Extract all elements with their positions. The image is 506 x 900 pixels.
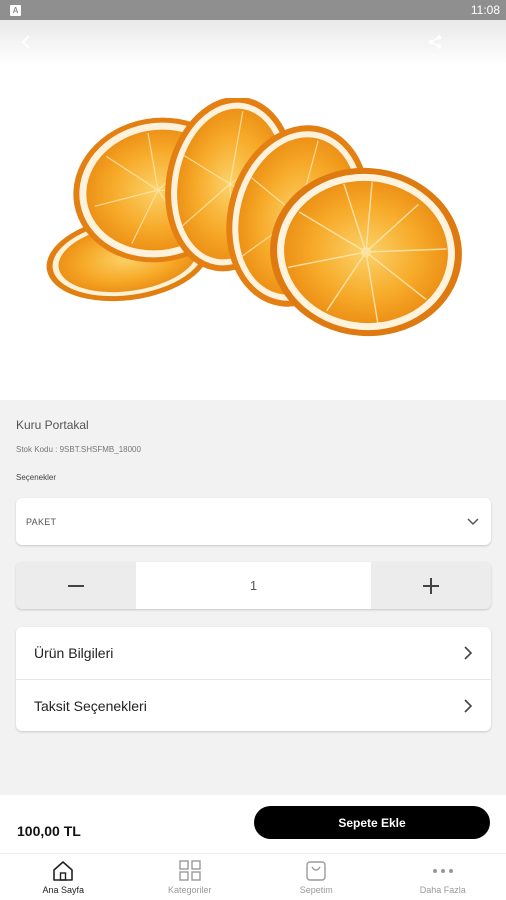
- product-info: Kuru Portakal Stok Kodu : 9SBT.SHSFMB_18…: [0, 400, 506, 795]
- installment-options-label: Taksit Seçenekleri: [34, 697, 147, 714]
- cart-icon: [306, 861, 326, 881]
- tab-categories[interactable]: Kategoriler: [127, 854, 254, 900]
- grid-icon: [179, 860, 201, 881]
- increase-quantity-button[interactable]: [371, 562, 491, 609]
- tab-home-label: Ana Sayfa: [42, 885, 85, 895]
- tab-more[interactable]: Daha Fazla: [380, 854, 506, 900]
- status-time: 11:08: [470, 3, 500, 17]
- home-icon: [53, 861, 74, 881]
- add-to-cart-button[interactable]: Sepete Ekle: [254, 806, 490, 839]
- tab-home[interactable]: Ana Sayfa: [0, 854, 127, 900]
- selected-option: PAKET: [26, 516, 57, 527]
- tab-cart-label: Sepetim: [299, 885, 333, 895]
- minus-icon: [68, 584, 84, 587]
- tab-bar: Ana Sayfa Kategoriler Sepetim Daha Fazla: [0, 853, 506, 900]
- product-details-row[interactable]: Ürün Bilgileri: [16, 627, 491, 679]
- more-icon: [432, 869, 453, 873]
- stock-code: Stok Kodu : 9SBT.SHSFMB_18000: [16, 445, 141, 454]
- decrease-quantity-button[interactable]: [16, 562, 136, 609]
- back-chevron-icon[interactable]: [12, 28, 40, 56]
- chevron-right-icon: [464, 646, 473, 660]
- share-icon[interactable]: [422, 29, 448, 55]
- plus-icon: [423, 577, 439, 594]
- top-bar: [0, 20, 506, 66]
- option-select[interactable]: PAKET: [16, 498, 491, 545]
- info-card: Ürün Bilgileri Taksit Seçenekleri: [16, 627, 491, 731]
- product-details-label: Ürün Bilgileri: [34, 645, 114, 661]
- dried-orange-slices-image: [46, 98, 462, 337]
- product-name: Kuru Portakal: [16, 418, 89, 432]
- tab-cart[interactable]: Sepetim: [253, 854, 380, 900]
- tab-categories-label: Kategoriler: [167, 885, 212, 895]
- tab-more-label: Daha Fazla: [419, 885, 466, 895]
- app-notification-icon: A: [10, 4, 21, 16]
- chevron-right-icon: [464, 698, 473, 713]
- options-label: Seçenekler: [16, 473, 57, 482]
- product-hero: [0, 20, 506, 400]
- installment-options-row[interactable]: Taksit Seçenekleri: [16, 679, 491, 731]
- chevron-down-icon: [467, 513, 479, 531]
- price: 100,00 TL: [17, 823, 81, 839]
- checkout-bar: 100,00 TL Sepete Ekle: [0, 795, 506, 853]
- status-bar: A 11:08: [0, 0, 506, 20]
- quantity-stepper: 1: [16, 562, 491, 609]
- quantity-value[interactable]: 1: [136, 562, 371, 609]
